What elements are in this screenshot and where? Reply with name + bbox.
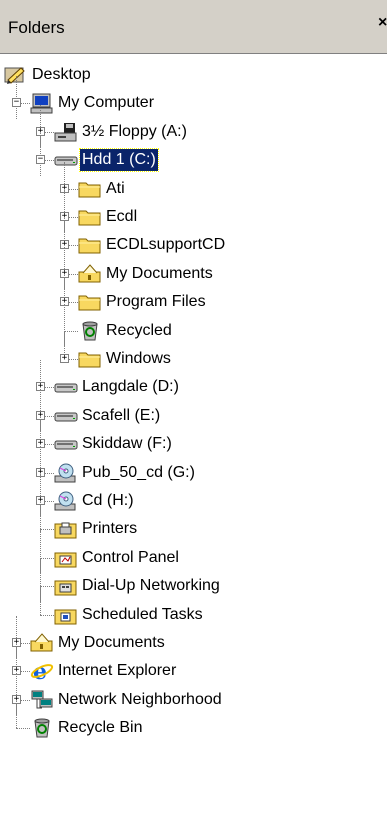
drive-icon [54,376,78,398]
tree-item-label[interactable]: Printers [80,518,139,540]
folder-icon [78,178,102,200]
control-panel-icon [54,547,78,569]
drive-icon [54,433,78,455]
tree-item-label[interactable]: Recycled [104,320,174,342]
desktop-icon [3,64,27,86]
folder-icon [78,348,102,370]
tree-item-label[interactable]: Recycle Bin [56,717,144,739]
tree-item-label[interactable]: Hdd 1 (C:) [79,148,159,173]
tree-item[interactable]: + My Documents [0,616,387,659]
tree-item-label[interactable]: Langdale (D:) [80,376,181,398]
close-pane-button[interactable]: × [378,14,387,32]
folders-pane: Folders × Desktop − My Computer +3½ Floppy … [0,0,387,821]
tree-item-label[interactable]: My Computer [56,92,156,114]
tree-item-label[interactable]: Internet Explorer [56,660,178,682]
tree-item-label[interactable]: My Documents [104,263,215,285]
tree-item[interactable]: + Skiddaw (F:) [0,417,387,460]
tree-item[interactable]: + Langdale (D:) [0,360,387,403]
tree-item-label[interactable]: Skiddaw (F:) [80,433,174,455]
folder-tree: Desktop − My Computer +3½ Floppy (A:) − Hdd 1… [0,54,387,821]
tree-connector [40,587,41,615]
tree-item[interactable]: + Ati [0,161,387,204]
tree-item-label[interactable]: Desktop [30,64,93,86]
tree-connector [40,586,54,588]
scheduled-tasks-icon [54,604,78,626]
tree-item-label[interactable]: Program Files [104,291,208,313]
tree-item[interactable]: + Cd (H:) [0,474,387,517]
tree-item-label[interactable]: Ati [104,178,127,200]
folder-icon [78,291,102,313]
tree-item[interactable]: + Scafell (E:) [0,388,387,432]
dialup-icon [54,575,78,597]
cd-drive-icon [54,490,78,512]
tree-item[interactable]: Printers [0,502,387,545]
tree-item-label[interactable]: ECDLsupportCD [104,234,227,256]
tree-item[interactable]: + e Internet Explorer [0,644,387,687]
tree-item[interactable]: − Hdd 1 (C:) [0,133,387,176]
printers-icon [54,518,78,540]
folder-icon [78,206,102,228]
folders-pane-title: Folders [8,18,65,37]
tree-item-label[interactable]: Scheduled Tasks [80,604,205,626]
tree-item-label[interactable]: Pub_50_cd (G:) [80,462,197,484]
tree-item[interactable]: + Ecdl [0,190,387,233]
tree-item-label[interactable]: Control Panel [80,547,181,569]
cd-drive-icon [54,462,78,484]
tree-item-label[interactable]: 3½ Floppy (A:) [80,121,189,143]
tree-item[interactable]: + Windows [0,332,387,374]
recycle-bin-icon [78,320,102,342]
tree-item[interactable]: + Network Neighborhood [0,672,387,716]
my-documents-icon [30,632,54,654]
tree-item[interactable]: + My Documents [0,246,387,290]
tree-item[interactable]: Scheduled Tasks [0,587,387,630]
tree-item[interactable]: Recycle Bin [0,701,387,743]
tree-item-label[interactable]: Dial-Up Networking [80,575,222,597]
tree-item[interactable]: + ECDLsupportCD [0,218,387,261]
drive-icon [54,149,78,171]
tree-item-label[interactable]: Network Neighborhood [56,689,224,711]
tree-item-label[interactable]: Cd (H:) [80,490,136,512]
tree-item[interactable]: + Program Files [0,275,387,318]
tree-item[interactable]: Recycled [0,303,387,346]
floppy-icon [54,121,78,143]
tree-connector [40,557,54,559]
tree-item[interactable]: − My Computer [0,76,387,119]
tree-connector [16,701,17,729]
tree-item-label[interactable]: Scafell (E:) [80,405,162,427]
tree-item[interactable]: Control Panel [0,530,387,574]
tree-item-label[interactable]: My Documents [56,632,167,654]
tree-item-label[interactable]: Windows [104,348,173,370]
tree-connector [40,614,54,616]
tree-item[interactable]: + Pub_50_cd (G:) [0,445,387,488]
internet-explorer-icon: e [30,659,54,685]
tree-item[interactable]: Desktop [0,62,387,90]
drive-icon [54,405,78,427]
tree-connector [16,728,30,730]
tree-item-label[interactable]: Ecdl [104,206,139,228]
computer-icon [30,92,54,114]
recycle-bin-icon [30,717,54,739]
tree-item[interactable]: Dial-Up Networking [0,559,387,602]
tree-connector [40,529,54,531]
network-icon [30,689,54,711]
expand-button[interactable]: + [60,354,69,363]
collapse-button[interactable]: − [36,155,45,165]
folder-icon [78,234,102,256]
my-documents-icon [78,263,102,285]
tree-item[interactable]: +3½ Floppy (A:) [0,104,387,148]
tree-connector [64,330,78,332]
collapse-button[interactable]: − [12,98,21,108]
folders-pane-header: Folders × [0,0,387,54]
